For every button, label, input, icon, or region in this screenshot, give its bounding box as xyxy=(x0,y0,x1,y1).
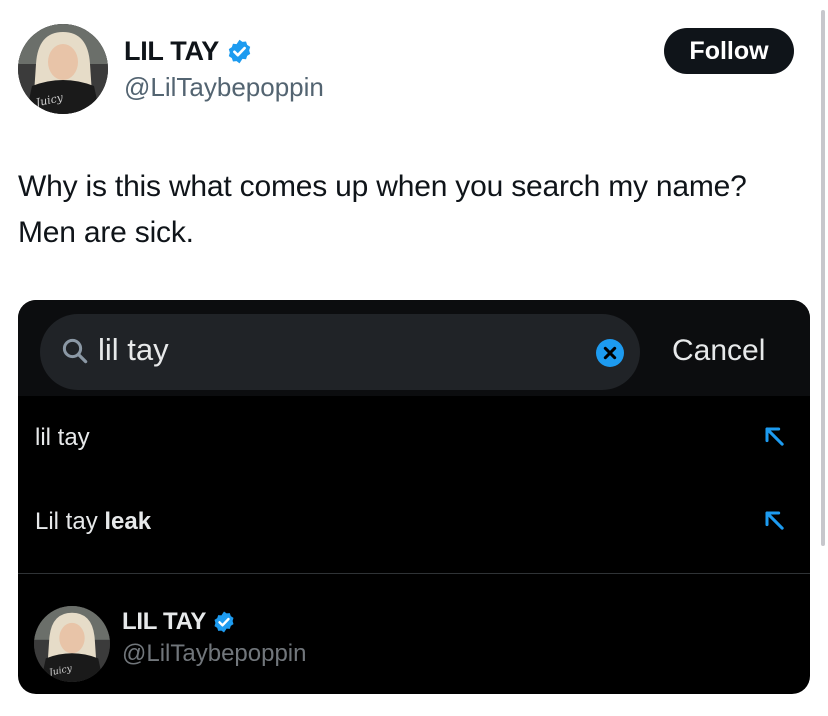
search-icon xyxy=(62,338,88,364)
search-bar-row: lil tay Cancel xyxy=(18,300,810,396)
suggestion-label: Lil tay leak xyxy=(35,508,151,536)
author-avatar[interactable]: Juicy xyxy=(18,24,108,114)
suggestion-prefix: Lil tay xyxy=(35,508,105,535)
suggestion-bold: leak xyxy=(104,508,152,535)
arrow-up-left-icon[interactable] xyxy=(760,506,788,534)
search-suggestion[interactable]: Lil tay leak xyxy=(18,480,810,564)
search-input[interactable]: lil tay xyxy=(40,314,640,390)
verified-badge-icon xyxy=(228,39,251,64)
search-suggestion[interactable]: lil tay xyxy=(18,396,810,480)
tweet-header: Juicy LIL TAY @LilTaybepoppin Follow xyxy=(18,24,808,116)
author-name-row: LIL TAY xyxy=(124,36,253,67)
search-query[interactable]: lil tay xyxy=(98,332,169,368)
tweet-text: Why is this what comes up when you searc… xyxy=(18,170,747,249)
user-search-result[interactable]: Juicy LIL TAY @LilTaybepoppin xyxy=(18,574,810,694)
arrow-up-left-icon[interactable] xyxy=(760,422,788,450)
author-name[interactable]: LIL TAY xyxy=(124,36,219,67)
author-handle[interactable]: @LilTaybepoppin xyxy=(124,72,324,103)
verified-badge-icon xyxy=(214,611,234,633)
scrollbar[interactable] xyxy=(821,10,825,546)
user-avatar: Juicy xyxy=(34,606,110,682)
follow-button[interactable]: Follow xyxy=(664,28,794,74)
suggestion-prefix: lil tay xyxy=(35,424,90,451)
suggestion-label: lil tay xyxy=(35,424,90,452)
user-name-row: LIL TAY xyxy=(122,608,236,636)
clear-icon[interactable] xyxy=(596,339,624,367)
user-handle: @LilTaybepoppin xyxy=(122,640,307,667)
embedded-screenshot: lil tay Cancel lil tay Lil tay leak Juic… xyxy=(18,300,810,694)
user-name: LIL TAY xyxy=(122,608,207,635)
cancel-button[interactable]: Cancel xyxy=(672,334,765,368)
